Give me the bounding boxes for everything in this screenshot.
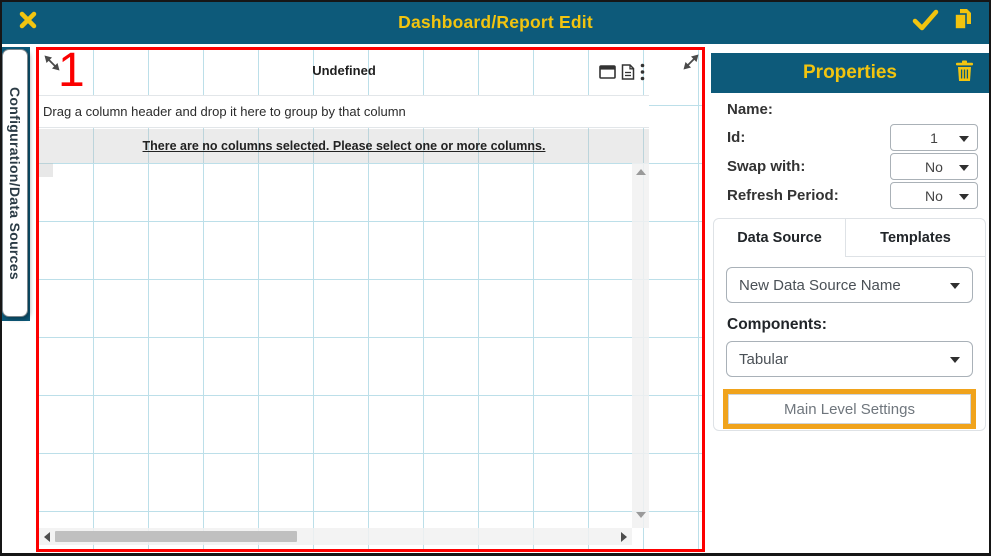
refresh-period-label: Refresh Period:	[727, 187, 839, 204]
app-window: Dashboard/Report Edit Configuration/Data…	[0, 0, 991, 556]
designer-canvas[interactable]: 1 Undefined Drag a column header and dro…	[36, 44, 705, 552]
highlight-annotation: Main Level Settings	[723, 389, 976, 429]
data-source-select-value: New Data Source Name	[739, 276, 901, 294]
properties-tab-row: Data Source Templates	[714, 219, 985, 257]
chevron-down-icon	[959, 165, 969, 171]
copy-icon	[952, 8, 974, 36]
chevron-down-icon	[950, 357, 960, 363]
components-label: Components:	[727, 316, 827, 333]
row-indicator-stub	[39, 163, 53, 177]
name-label: Name:	[727, 101, 773, 118]
window-icon[interactable]	[599, 64, 616, 84]
copy-button[interactable]	[947, 0, 979, 44]
widget-title: Undefined	[312, 63, 376, 78]
tab-templates[interactable]: Templates	[846, 219, 985, 257]
delete-widget-button[interactable]	[951, 53, 977, 93]
id-select-value: 1	[930, 129, 938, 146]
components-select-value: Tabular	[739, 350, 789, 368]
horizontal-scrollbar-thumb[interactable]	[55, 531, 297, 542]
widget-header-toolbar	[599, 63, 659, 85]
confirm-check-icon	[911, 9, 939, 36]
refresh-period-select[interactable]: No	[890, 182, 978, 209]
id-select[interactable]: 1	[890, 124, 978, 151]
vertical-scrollbar[interactable]	[632, 163, 649, 528]
widget-tabular: 1 Undefined Drag a column header and dro…	[39, 44, 702, 549]
properties-header: Properties	[711, 53, 989, 93]
tab-configuration-data-sources[interactable]: Configuration/Data Sources	[2, 49, 28, 317]
group-by-drop-zone[interactable]: Drag a column header and drop it here to…	[39, 95, 649, 128]
properties-title: Properties	[803, 62, 897, 83]
swap-with-select[interactable]: No	[890, 153, 978, 180]
tab-data-source[interactable]: Data Source	[714, 219, 846, 257]
data-source-tab-content: New Data Source Name Components: Tabular…	[714, 257, 985, 429]
scroll-right-icon[interactable]	[621, 532, 627, 542]
page-title: Dashboard/Report Edit	[398, 12, 593, 32]
data-source-select[interactable]: New Data Source Name	[726, 267, 973, 303]
id-label: Id:	[727, 129, 746, 146]
chevron-down-icon	[959, 136, 969, 142]
kebab-menu-icon[interactable]	[640, 63, 645, 86]
horizontal-scrollbar[interactable]	[39, 528, 632, 545]
refresh-period-select-value: No	[925, 187, 943, 204]
components-select[interactable]: Tabular	[726, 341, 973, 377]
scroll-left-icon[interactable]	[44, 532, 50, 542]
trash-icon	[955, 60, 974, 87]
no-columns-message: There are no columns selected. Please se…	[39, 129, 649, 163]
main-level-settings-button[interactable]: Main Level Settings	[728, 394, 971, 424]
chevron-down-icon	[950, 283, 960, 289]
confirm-button[interactable]	[909, 0, 941, 44]
document-icon[interactable]	[621, 63, 635, 85]
scroll-down-icon[interactable]	[635, 512, 646, 518]
chevron-down-icon	[959, 194, 969, 200]
swap-with-select-value: No	[925, 158, 943, 175]
scroll-up-icon[interactable]	[635, 169, 646, 175]
top-bar: Dashboard/Report Edit	[0, 0, 991, 44]
left-tab-label: Configuration/Data Sources	[7, 86, 23, 280]
resize-ne-icon[interactable]	[681, 52, 701, 72]
swap-with-label: Swap with:	[727, 158, 806, 175]
properties-tab-panel: Data Source Templates New Data Source Na…	[713, 218, 986, 431]
